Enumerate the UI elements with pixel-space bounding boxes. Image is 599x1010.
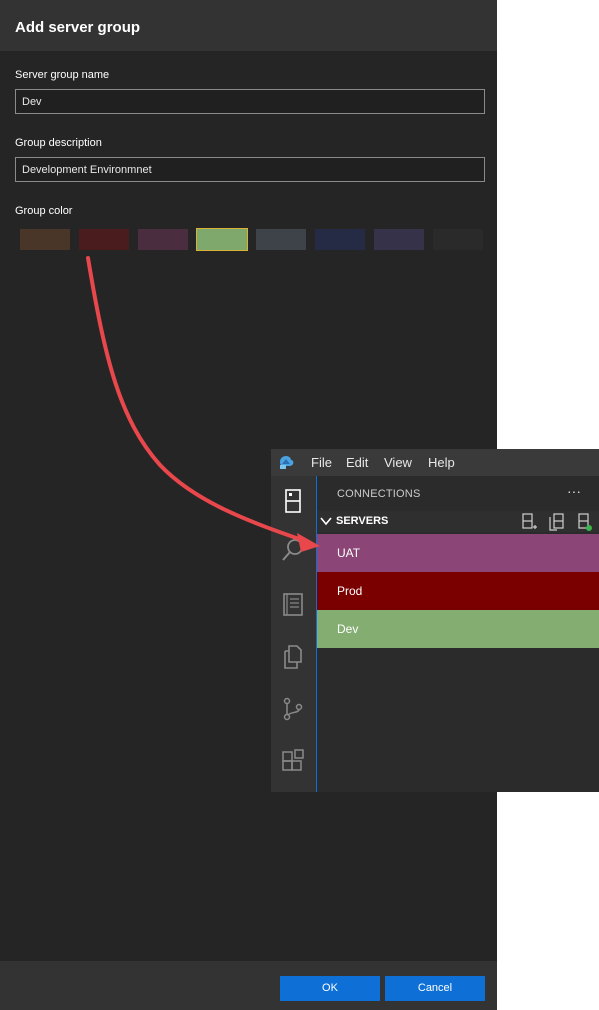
- azure-data-studio-window: File Edit View Help CONNECTIONS ··· SERV…: [271, 449, 599, 792]
- chevron-down-icon: [320, 517, 332, 526]
- group-color-label: Group color: [15, 205, 73, 217]
- menu-edit[interactable]: Edit: [346, 455, 368, 470]
- color-swatch[interactable]: [196, 228, 248, 251]
- app-logo-icon: [280, 456, 294, 469]
- server-group-row[interactable]: Prod: [317, 572, 599, 610]
- search-icon[interactable]: [280, 537, 306, 563]
- color-swatch[interactable]: [138, 229, 188, 250]
- menu-view[interactable]: View: [384, 455, 412, 470]
- dialog-header: Add server group: [0, 0, 497, 51]
- more-actions-icon[interactable]: ···: [567, 483, 581, 499]
- menu-help[interactable]: Help: [428, 455, 455, 470]
- source-control-icon[interactable]: [280, 696, 306, 722]
- color-swatch[interactable]: [79, 229, 129, 250]
- servers-label: SERVERS: [336, 515, 389, 527]
- connections-sidebar: CONNECTIONS ··· SERVERS UAT Prod Dev: [316, 476, 599, 792]
- new-connection-icon[interactable]: [521, 513, 537, 531]
- dialog-title: Add server group: [15, 19, 141, 36]
- server-group-label: Dev: [337, 622, 359, 636]
- extensions-icon[interactable]: [280, 748, 306, 774]
- server-group-row[interactable]: UAT: [317, 534, 599, 572]
- connections-icon[interactable]: [280, 488, 306, 514]
- server-group-label: UAT: [337, 546, 361, 560]
- connections-title: CONNECTIONS: [337, 488, 421, 500]
- explorer-icon[interactable]: [280, 644, 306, 670]
- server-group-name-label: Server group name: [15, 69, 110, 81]
- new-server-group-icon[interactable]: [549, 513, 565, 531]
- cancel-button[interactable]: Cancel: [385, 976, 485, 1001]
- servers-section-header[interactable]: SERVERS: [317, 511, 599, 532]
- server-group-row[interactable]: Dev: [317, 610, 599, 648]
- color-swatch[interactable]: [374, 229, 424, 250]
- ok-button[interactable]: OK: [280, 976, 380, 1001]
- server-group-name-input[interactable]: [15, 89, 485, 114]
- server-group-label: Prod: [337, 584, 363, 598]
- color-swatch[interactable]: [315, 229, 365, 250]
- menu-file[interactable]: File: [311, 455, 332, 470]
- notebook-icon[interactable]: [280, 591, 306, 617]
- color-swatch[interactable]: [20, 229, 70, 250]
- active-connections-icon[interactable]: [576, 513, 592, 531]
- color-swatch[interactable]: [256, 229, 306, 250]
- menu-bar: File Edit View Help: [271, 449, 599, 476]
- color-swatch[interactable]: [433, 229, 483, 250]
- group-description-label: Group description: [15, 137, 102, 149]
- group-description-input[interactable]: [15, 157, 485, 182]
- activity-bar: [271, 476, 316, 792]
